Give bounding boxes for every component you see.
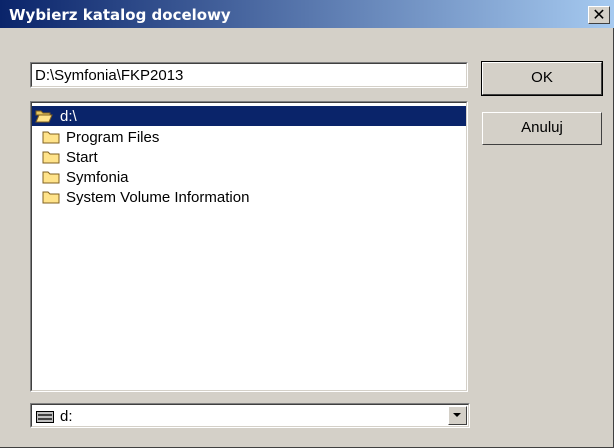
path-input-field[interactable]: D:\Symfonia\FKP2013: [31, 63, 467, 87]
folder-item-root[interactable]: d:\: [32, 106, 466, 126]
folder-item-program-files[interactable]: Program Files: [42, 127, 161, 147]
folder-item-system-volume-information[interactable]: System Volume Information: [42, 187, 251, 207]
dialog-window: Wybierz katalog docelowy ✕ D:\Symfonia\F…: [0, 0, 614, 448]
drive-dropdown-button[interactable]: [448, 406, 467, 425]
folder-item-label: Start: [66, 148, 98, 166]
folder-icon: [42, 191, 60, 204]
drive-select-value: d:: [60, 408, 73, 425]
folder-icon: [42, 151, 60, 164]
folder-item-label: System Volume Information: [66, 188, 250, 206]
path-input-value: D:\Symfonia\FKP2013: [35, 67, 184, 84]
chevron-down-icon: [453, 413, 461, 417]
drive-icon: [36, 411, 54, 423]
cancel-button[interactable]: Anuluj: [482, 112, 602, 145]
window-title: Wybierz katalog docelowy: [9, 6, 231, 24]
title-bar[interactable]: Wybierz katalog docelowy ✕: [0, 0, 614, 28]
open-folder-icon: [35, 110, 53, 123]
ok-button[interactable]: OK: [481, 61, 603, 96]
folder-item-label: Symfonia: [66, 168, 129, 186]
folder-list-pane[interactable]: d:\ Program Files Start Symfonia System …: [31, 102, 467, 391]
folder-icon: [42, 131, 60, 144]
folder-item-start[interactable]: Start: [42, 147, 100, 167]
drive-select-field[interactable]: d:: [31, 404, 469, 427]
close-icon: ✕: [592, 5, 606, 24]
close-button[interactable]: ✕: [588, 6, 610, 24]
path-input[interactable]: D:\Symfonia\FKP2013: [30, 62, 468, 88]
drive-select[interactable]: d:: [30, 403, 470, 428]
folder-item-symfonia[interactable]: Symfonia: [42, 167, 131, 187]
folder-item-label: d:\: [57, 107, 80, 125]
folder-item-label: Program Files: [66, 128, 160, 146]
folder-icon: [42, 171, 60, 184]
folder-list[interactable]: d:\ Program Files Start Symfonia System …: [30, 101, 468, 392]
